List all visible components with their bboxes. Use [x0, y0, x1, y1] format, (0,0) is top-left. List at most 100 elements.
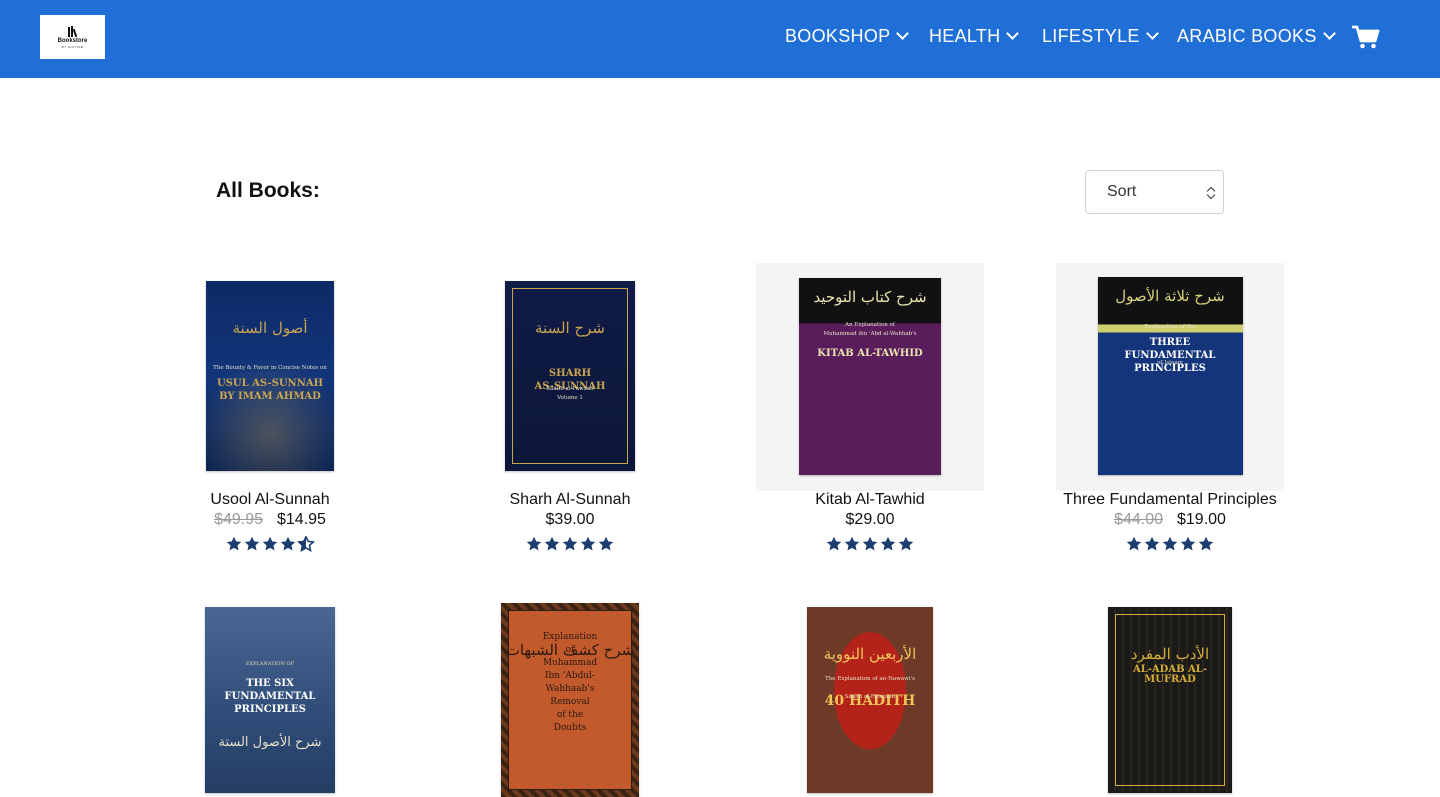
- cover-text-line: Doubts: [553, 723, 587, 733]
- star-icon: [526, 536, 542, 551]
- nav-arabic-books-label: ARABIC BOOKS: [1177, 25, 1317, 46]
- nav-health[interactable]: HEALTH: [929, 24, 1020, 48]
- cover-text-line: KITAB AL-TAWHID: [817, 348, 923, 359]
- book-cover[interactable]: EXPLANATION OF THE SIX FUNDAMENTAL PRINCIPL…: [205, 607, 335, 793]
- book-price: $49.95 $14.95: [120, 511, 420, 529]
- cover-text-line: Explanation of the: [1144, 324, 1196, 330]
- cover-text-line: Wahhaab's: [545, 684, 595, 694]
- star-icon: [1198, 536, 1214, 551]
- star-icon: [562, 536, 578, 551]
- star-icon: [244, 536, 260, 551]
- cover-text-line: Muhammad ibn 'Abd al-Wahhab's: [823, 331, 917, 337]
- book-cover[interactable]: شرح كتاب التوحيد An Explanation of Muhamma…: [799, 278, 941, 475]
- chevron-down-icon: [1145, 27, 1159, 40]
- original-price: $49.95: [214, 511, 263, 528]
- chevron-down-icon: [896, 27, 910, 40]
- cover-text-line: Explanation: [542, 632, 598, 642]
- books-icon: [67, 25, 78, 37]
- cover-text-line: Muhammad: [542, 658, 598, 668]
- logo-subtext: BY ALKITAB: [61, 44, 84, 49]
- star-icon: [826, 536, 842, 551]
- star-icon: [1162, 536, 1178, 551]
- star-icon: [280, 536, 296, 551]
- star-rating: [720, 536, 1020, 552]
- nav-bookshop-label: BOOKSHOP: [785, 25, 891, 46]
- nav-arabic-books[interactable]: ARABIC BOOKS: [1177, 24, 1336, 48]
- book-title[interactable]: Kitab Al-Tawhid: [720, 491, 1020, 509]
- cover-heading: شرح ثلاثة الأصول: [1115, 287, 1225, 305]
- cover-text-line: THE SIX: [246, 678, 294, 689]
- cover-text-line: THREE: [1149, 337, 1191, 348]
- star-icon: [226, 536, 242, 551]
- cover-heading: أصول السنة: [232, 319, 308, 337]
- cover-text-line: Ibn 'Abdul-: [544, 671, 596, 681]
- sale-price: $14.95: [277, 511, 326, 528]
- sale-price: $29.00: [845, 511, 895, 528]
- book-cover[interactable]: أصول السنة The Bounty & Favor in Concise …: [206, 281, 334, 471]
- cover-heading: EXPLANATION OF: [245, 661, 295, 667]
- cover-heading: شرح كتاب التوحيد: [813, 288, 927, 306]
- chevron-down-icon: [1006, 27, 1020, 40]
- star-icon: [862, 536, 878, 551]
- page-title: All Books:: [216, 179, 320, 202]
- cover-text-line: Saalih al-Fawzaan: [844, 694, 896, 700]
- cover-text-line: Removal: [550, 697, 590, 707]
- nav-lifestyle-label: LIFESTYLE: [1042, 25, 1140, 46]
- cover-text-line: SHARH: [548, 368, 592, 379]
- book-price: $44.00 $19.00: [1020, 511, 1320, 529]
- cover-text-line: of the: [556, 710, 584, 720]
- cover-text-line: FUNDAMENTAL: [224, 691, 316, 702]
- book-cover[interactable]: شرح كشف الشبهات Explanation of Muhammad Ibn …: [501, 603, 639, 797]
- book-cover[interactable]: شرح ثلاثة الأصول Explanation of the THREE F…: [1097, 277, 1243, 475]
- logo-text: Bookstore: [57, 37, 88, 44]
- cover-text-line: AL-ADAB AL-MUFRAD: [1132, 664, 1207, 685]
- cart-icon[interactable]: [1352, 24, 1380, 50]
- nav-bookshop[interactable]: BOOKSHOP: [785, 24, 910, 48]
- original-price: $44.00: [1114, 511, 1163, 528]
- site-header: Bookstore BY ALKITAB BOOKSHOP HEALTH LIF…: [0, 0, 1440, 78]
- book-price: $29.00: [720, 511, 1020, 529]
- cover-text-line: The Explanation of an-Nawawi's: [825, 676, 915, 682]
- nav-health-label: HEALTH: [929, 25, 1001, 46]
- book-price: $39.00: [420, 511, 720, 529]
- star-icon: [1180, 536, 1196, 551]
- cover-heading: الأدب المفرد: [1130, 645, 1210, 663]
- star-rating: [120, 536, 420, 552]
- nav-lifestyle[interactable]: LIFESTYLE: [1042, 24, 1159, 48]
- star-icon: [598, 536, 614, 551]
- star-icon: [1144, 536, 1160, 551]
- star-icon: [580, 536, 596, 551]
- cover-text-line: of: [565, 645, 575, 655]
- star-icon: [844, 536, 860, 551]
- cover-heading: الأربعين النووية: [823, 645, 917, 663]
- book-title[interactable]: Three Fundamental Principles: [1020, 491, 1320, 509]
- cover-text-line: PRINCIPLES: [234, 704, 306, 715]
- cover-text-line: The Bounty & Favor in Concise Notes on: [213, 365, 327, 371]
- star-icon: [898, 536, 914, 551]
- star-icon: [262, 536, 278, 551]
- star-icon: [1126, 536, 1142, 551]
- star-rating: [1020, 536, 1320, 552]
- sort-selected-value: Sort: [1107, 183, 1137, 200]
- cover-text-line: شرح الأصول الستة: [218, 735, 322, 750]
- site-logo[interactable]: Bookstore BY ALKITAB: [40, 15, 105, 59]
- sale-price: $39.00: [545, 511, 595, 528]
- cover-heading: شرح السنة: [535, 319, 605, 337]
- star-icon: [544, 536, 560, 551]
- star-rating: [420, 536, 720, 552]
- sale-price: $19.00: [1177, 511, 1226, 528]
- book-cover[interactable]: الأدب المفرد AL-ADAB AL-MUFRAD: [1108, 607, 1232, 793]
- select-arrows-icon: [1206, 184, 1216, 202]
- cover-text-line: Saalih al-Fawzan: [546, 386, 594, 392]
- book-title[interactable]: Usool Al-Sunnah: [120, 491, 420, 509]
- book-cover[interactable]: شرح السنة SHARH AS-SUNNAH Saalih al-Fawzan V…: [505, 281, 635, 471]
- book-cover[interactable]: الأربعين النووية The Explanation of an-Na…: [807, 607, 933, 793]
- cover-text-line: Volume 1: [557, 395, 583, 401]
- cover-text-line: USUL AS-SUNNAH: [216, 378, 324, 389]
- book-title[interactable]: Sharh Al-Sunnah: [420, 491, 720, 509]
- cover-text-line: of Islaam: [1157, 360, 1183, 366]
- cover-text-line: An Explanation of: [845, 322, 895, 328]
- cover-text-line: BY IMAM AHMAD: [219, 391, 321, 402]
- sort-select[interactable]: Sort: [1085, 170, 1224, 214]
- cover-frame: [1115, 614, 1225, 786]
